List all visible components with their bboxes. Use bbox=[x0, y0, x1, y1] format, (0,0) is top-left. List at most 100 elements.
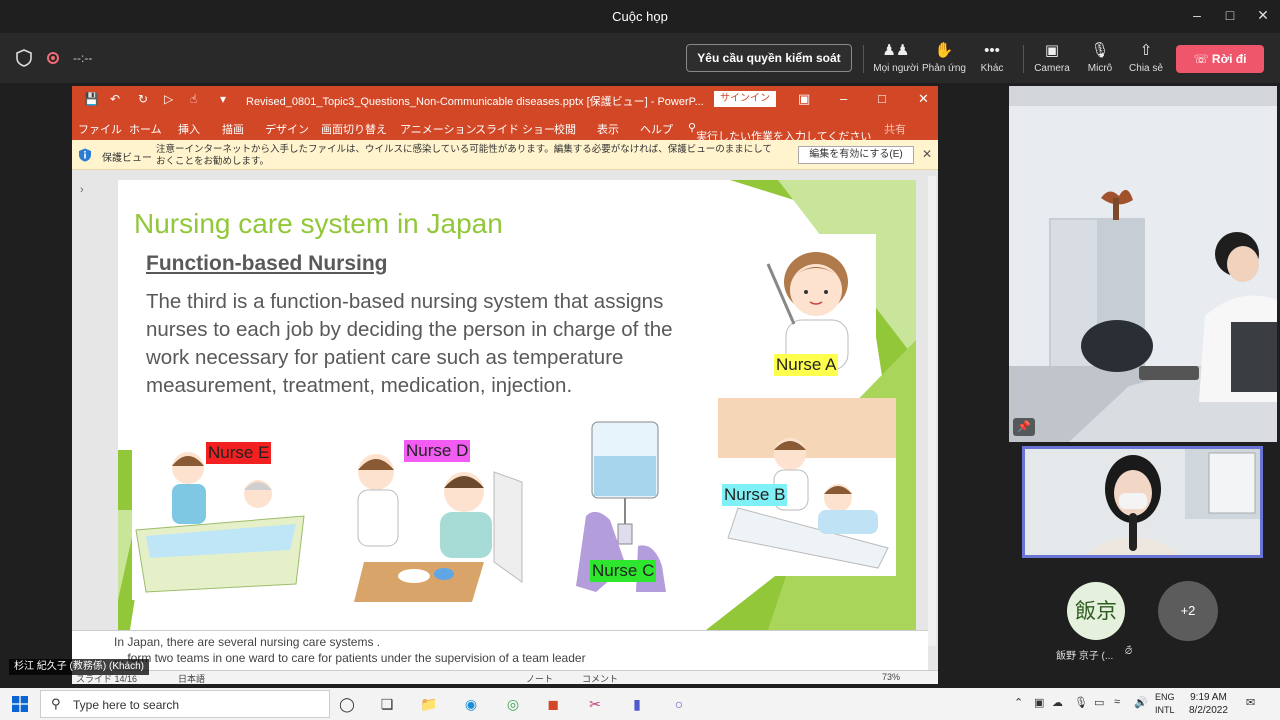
share-button[interactable]: ⇧ Chia sẻ bbox=[1121, 41, 1171, 81]
notes-line: ... form two teams in one ward to care f… bbox=[114, 651, 586, 665]
powerpoint-icon[interactable]: ◼ bbox=[542, 693, 564, 715]
input-language[interactable]: ENG INTL bbox=[1155, 691, 1175, 717]
file-explorer-icon[interactable]: 📁 bbox=[418, 693, 440, 715]
ribbon-tab: アニメーション bbox=[400, 124, 477, 136]
nurse-e-label: Nurse E bbox=[206, 442, 272, 464]
shield-info-icon bbox=[79, 148, 91, 162]
ppt-filename: Revised_0801_Topic3_Questions_Non-Commun… bbox=[246, 96, 704, 108]
taskbar-search-box[interactable]: ⚲ Type here to search bbox=[40, 690, 330, 718]
slide-subtitle: Function-based Nursing bbox=[146, 252, 388, 275]
ppt-signin-button: サインイン bbox=[714, 91, 776, 107]
camera-button[interactable]: ▣ Camera bbox=[1027, 41, 1077, 81]
touch-mode-icon: ☝ bbox=[190, 92, 198, 106]
ppt-scrollbar bbox=[928, 176, 936, 646]
notes-toggle: ノート bbox=[526, 674, 554, 684]
ribbon-tab: スライド ショー bbox=[475, 124, 556, 136]
reactions-button[interactable]: ✋ Phản ứng bbox=[919, 41, 969, 81]
camera-icon: ▣ bbox=[1044, 42, 1060, 59]
edge-icon[interactable]: ◉ bbox=[460, 693, 482, 715]
ppt-title-bar: 💾 ↶ ↻ ▷ ☝ ▾ Revised_0801_Topic3_Question… bbox=[72, 86, 938, 114]
ribbon-tab: ファイル bbox=[78, 124, 122, 136]
onedrive-icon[interactable]: ☁ bbox=[1052, 696, 1063, 709]
ribbon-tab: ホーム bbox=[129, 124, 162, 136]
notes-pane: In Japan, there are several nursing care… bbox=[72, 630, 928, 670]
nurse-c-label: Nurse C bbox=[590, 560, 657, 582]
wifi-icon[interactable]: ≈ bbox=[1114, 696, 1120, 708]
recording-icon bbox=[47, 52, 59, 64]
ppt-minimize-icon: – bbox=[840, 91, 848, 106]
teams-icon[interactable]: ▮ bbox=[626, 693, 648, 715]
notifications-icon[interactable]: ✉ bbox=[1246, 696, 1255, 709]
task-view-icon[interactable]: ❏ bbox=[376, 693, 398, 715]
more-participants-button[interactable]: +2 bbox=[1158, 581, 1218, 641]
participant-video-frame bbox=[1025, 449, 1260, 555]
zoom-level: 73% bbox=[882, 672, 901, 682]
ppt-ribbon-tabs: ファイル ホーム 挿入 描画 デザイン 画面切り替え アニメーション スライド … bbox=[72, 114, 938, 143]
phone-hangup-icon: ☏ bbox=[1193, 52, 1209, 66]
ppt-editor-area: › Nursing care system in Japan Function-… bbox=[72, 170, 938, 684]
slide: Nursing care system in Japan Function-ba… bbox=[118, 180, 916, 630]
meeting-toolbar: --:-- Yêu cầu quyền kiểm soát ♟♟ Mọi ngư… bbox=[0, 33, 1280, 83]
comments-toggle: コメント bbox=[582, 674, 619, 684]
people-button[interactable]: ♟♟ Mọi người bbox=[871, 41, 921, 81]
ribbon-tab: 挿入 bbox=[178, 124, 200, 136]
shield-icon bbox=[16, 49, 32, 67]
tell-me-search: ⚲ 実行したい作業を入力してください bbox=[688, 122, 872, 143]
tray-mic-icon[interactable]: 🎙 bbox=[1074, 696, 1088, 709]
undo-icon: ↶ bbox=[110, 92, 121, 106]
tray-chevron-icon[interactable]: ⌃ bbox=[1014, 696, 1023, 709]
ribbon-display-icon: ▣ bbox=[798, 91, 811, 106]
protected-view-bar: 保護ビュー 注意ーインターネットから入手したファイルは、ウイルスに感染している可… bbox=[72, 140, 938, 170]
notes-line: In Japan, there are several nursing care… bbox=[114, 635, 381, 649]
ribbon-tab: 校閲 bbox=[554, 124, 576, 136]
toolbar-divider bbox=[1023, 45, 1024, 73]
pinned-participant-video[interactable]: 📌 bbox=[1009, 86, 1277, 442]
mic-button[interactable]: 🎙 Micrô bbox=[1075, 41, 1125, 81]
ppt-status-bar: スライド 14/16 日本語 ノート コメント 73% bbox=[72, 670, 938, 684]
nurse-a-label: Nurse A bbox=[774, 354, 839, 376]
tray-app-icon[interactable]: ▣ bbox=[1034, 696, 1044, 709]
close-bar-icon: ✕ bbox=[922, 147, 933, 161]
snipping-tool-icon[interactable]: ✂ bbox=[584, 693, 606, 715]
nurse-e-illustration bbox=[132, 444, 308, 600]
ribbon-tab: ヘルプ bbox=[640, 124, 673, 136]
presenter-name-tag: 杉江 紀久子 (教務係) (Khách) bbox=[9, 659, 150, 675]
nurse-a-illustration bbox=[756, 234, 876, 374]
nurse-d-illustration bbox=[344, 442, 524, 602]
title-bar: Cuộc họp – □ ✕ bbox=[0, 0, 1280, 33]
maximize-icon[interactable]: □ bbox=[1219, 7, 1241, 25]
protected-view-message: 注意ーインターネットから入手したファイルは、ウイルスに感染している可能性がありま… bbox=[156, 144, 772, 167]
windows-taskbar: ⚲ Type here to search ◯ ❏ 📁 ◉ ◎ ◼ ✂ ▮ ○ … bbox=[0, 688, 1280, 720]
ribbon-tab: デザイン bbox=[265, 124, 309, 136]
nurse-b-label: Nurse B bbox=[722, 484, 788, 506]
participant-avatar[interactable]: 飯京 bbox=[1067, 582, 1125, 640]
slide-title: Nursing care system in Japan bbox=[134, 208, 503, 239]
teams-meeting-window: Cuộc họp – □ ✕ --:-- Yêu cầu quyền kiểm … bbox=[0, 0, 1280, 720]
slide-body-text: The third is a function-based nursing sy… bbox=[146, 290, 673, 397]
window-title: Cuộc họp bbox=[612, 9, 668, 24]
pin-icon[interactable]: 📌 bbox=[1013, 418, 1035, 436]
taskbar-clock[interactable]: 9:19 AM 8/2/2022 bbox=[1189, 691, 1228, 717]
close-icon[interactable]: ✕ bbox=[1252, 7, 1274, 25]
minimize-icon[interactable]: – bbox=[1186, 7, 1208, 25]
toolbar-divider bbox=[863, 45, 864, 73]
leave-button[interactable]: ☏ Rời đi bbox=[1176, 45, 1264, 73]
teams-meeting-icon[interactable]: ○ bbox=[668, 693, 690, 715]
customize-icon: ▾ bbox=[220, 92, 227, 106]
participant-video-small[interactable] bbox=[1022, 446, 1263, 558]
ribbon-tab: 表示 bbox=[597, 124, 619, 136]
mic-muted-icon: 🎙 bbox=[1090, 42, 1110, 59]
ribbon-tab: 画面切り替え bbox=[321, 124, 387, 136]
ribbon-tab: 描画 bbox=[222, 124, 244, 136]
chrome-icon[interactable]: ◎ bbox=[502, 693, 524, 715]
cortana-icon[interactable]: ◯ bbox=[336, 693, 358, 715]
request-control-button[interactable]: Yêu cầu quyền kiểm soát bbox=[686, 44, 852, 72]
battery-icon[interactable]: ▭ bbox=[1094, 696, 1104, 709]
volume-icon[interactable]: 🔊 bbox=[1134, 696, 1148, 709]
more-button[interactable]: ••• Khác bbox=[967, 41, 1017, 81]
raise-hand-icon: ✋ bbox=[934, 42, 954, 59]
language-status: 日本語 bbox=[178, 674, 206, 684]
nurse-d-label: Nurse D bbox=[404, 440, 471, 462]
more-dots-icon: ••• bbox=[984, 42, 1000, 59]
windows-start-icon[interactable] bbox=[12, 696, 28, 712]
